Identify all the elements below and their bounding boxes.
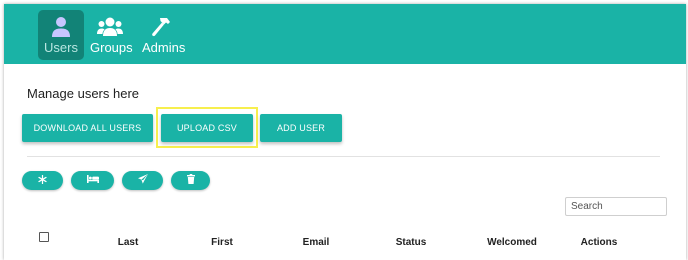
column-header-welcomed[interactable]: Welcomed xyxy=(487,237,537,248)
snowflake-icon xyxy=(38,174,47,184)
nav-admins[interactable]: Admins xyxy=(142,10,186,60)
column-header-first[interactable]: First xyxy=(211,237,233,248)
nav-groups-label: Groups xyxy=(90,40,133,55)
page-description: Manage users here xyxy=(27,86,140,101)
download-all-users-button[interactable]: DOWNLOAD ALL USERS xyxy=(22,114,153,142)
hammer-icon xyxy=(152,18,170,37)
trash-icon xyxy=(186,174,195,185)
delete-button[interactable] xyxy=(171,171,210,190)
column-header-actions: Actions xyxy=(580,237,618,248)
send-button[interactable] xyxy=(122,171,163,190)
upload-csv-button[interactable]: UPLOAD CSV xyxy=(161,114,253,142)
users-panel: Manage users here DOWNLOAD ALL USERS UPL… xyxy=(4,64,686,260)
section-divider xyxy=(27,156,660,157)
freeze-button[interactable] xyxy=(22,171,63,190)
group-icon xyxy=(97,17,123,36)
top-navbar: Users Groups Admins xyxy=(4,4,686,64)
send-icon xyxy=(137,174,148,184)
column-header-email[interactable]: Email xyxy=(303,237,330,248)
search-input[interactable] xyxy=(565,197,667,216)
column-header-status[interactable]: Status xyxy=(396,237,427,248)
deactivate-button[interactable] xyxy=(71,171,114,190)
app-frame: Users Groups Admins Manage users here DO… xyxy=(4,4,686,260)
column-header-last[interactable]: Last xyxy=(118,237,139,248)
nav-users-label: Users xyxy=(44,40,78,55)
nav-users[interactable]: Users xyxy=(38,10,84,60)
select-all-checkbox[interactable] xyxy=(39,232,49,242)
bed-icon xyxy=(86,175,99,184)
add-user-button[interactable]: ADD USER xyxy=(260,114,342,142)
user-icon xyxy=(52,17,70,37)
nav-groups[interactable]: Groups xyxy=(90,10,133,60)
nav-admins-label: Admins xyxy=(142,40,186,55)
